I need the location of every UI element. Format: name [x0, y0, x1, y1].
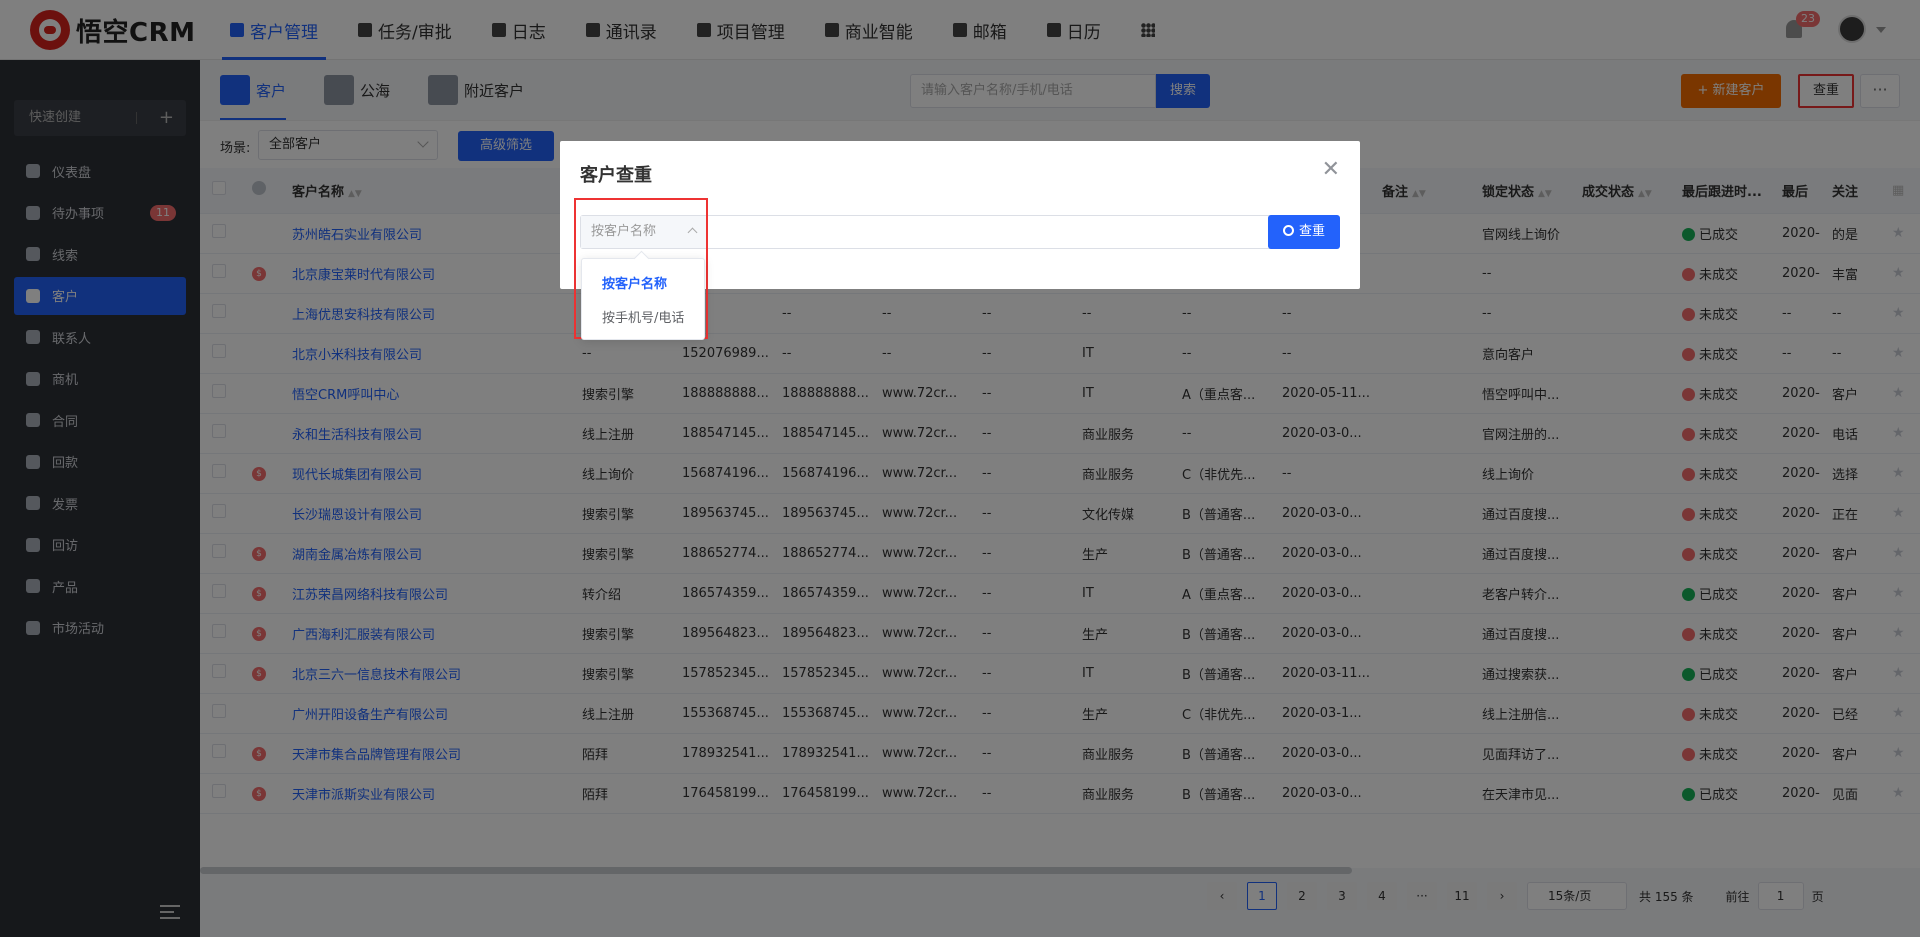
dup-query-button[interactable]: 查重	[1268, 215, 1340, 249]
search-icon	[1282, 225, 1294, 236]
dialog-title: 客户查重	[580, 165, 652, 186]
dup-query-label: 查重	[1298, 224, 1325, 239]
option-by-phone[interactable]: 按手机号/电话	[602, 307, 684, 326]
close-icon[interactable]: ✕	[1322, 157, 1340, 182]
query-type-dropdown: 按客户名称 按手机号/电话	[581, 258, 705, 340]
option-by-name[interactable]: 按客户名称	[602, 273, 667, 292]
